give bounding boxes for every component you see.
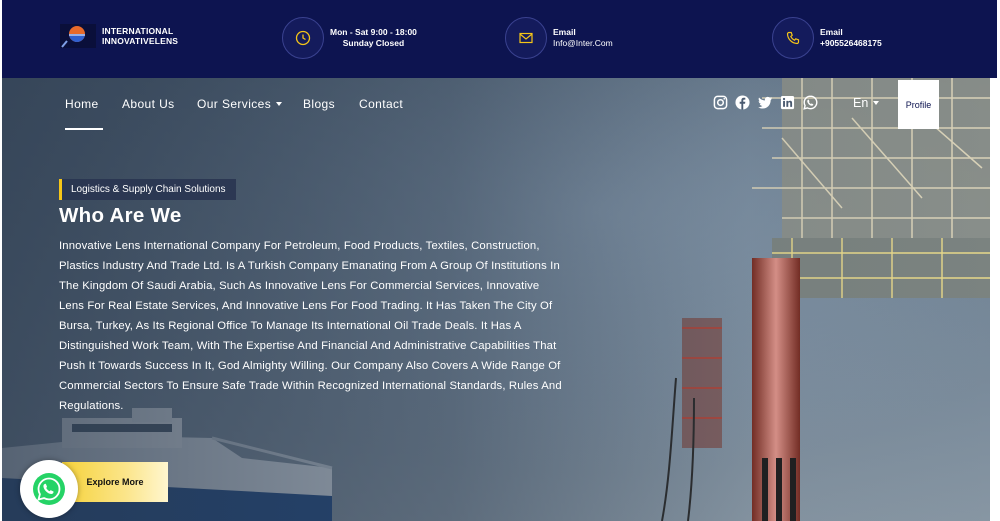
phone-icon [772,17,814,59]
logo-line-1: INTERNATIONAL [102,26,174,36]
hours-line-2: Sunday Closed [342,38,405,48]
hours-line-1: Mon - Sat 9:00 - 18:00 [330,27,417,37]
whatsapp-float-button[interactable] [20,460,78,518]
nav-services[interactable]: Our Services [197,97,283,111]
hero-title: Who Are We [59,204,182,227]
linkedin-icon[interactable] [780,95,795,110]
nav-blogs[interactable]: Blogs [303,97,335,111]
chevron-down-icon [873,101,880,105]
facebook-icon[interactable] [735,95,750,110]
twitter-icon[interactable] [758,95,773,110]
logo-line-2: INNOVATIVELENS [102,36,179,46]
email-contact[interactable]: Email Info@Inter.Com [505,17,613,59]
logo-text: INTERNATIONAL INNOVATIVELENS [102,26,178,46]
nav-services-label: Our Services [197,97,272,111]
hours-text: Mon - Sat 9:00 - 18:00 Sunday Closed [330,27,417,49]
opening-hours: Mon - Sat 9:00 - 18:00 Sunday Closed [282,17,417,59]
phone-text: Email +905526468175 [820,27,882,49]
chevron-down-icon [276,102,283,106]
instagram-icon[interactable] [713,95,728,110]
hero-tag: Logistics & Supply Chain Solutions [59,179,236,200]
email-text: Email Info@Inter.Com [553,27,613,49]
hero-description: Innovative Lens International Company Fo… [59,240,562,413]
email-value[interactable]: Info@Inter.Com [553,38,613,49]
page-edge [990,78,1000,521]
main-navigation: Home About Us Our Services Blogs Contact [2,78,997,130]
explore-more-button[interactable]: Explore More [62,462,168,502]
nav-home[interactable]: Home [65,97,103,130]
nav-contact[interactable]: Contact [359,97,403,111]
language-selector[interactable]: En [853,96,880,110]
top-info-bar: INTERNATIONAL INNOVATIVELENS Mon - Sat 9… [2,0,997,78]
phone-contact[interactable]: Email +905526468175 [772,17,882,59]
mail-icon [505,17,547,59]
brand-logo[interactable]: INTERNATIONAL INNOVATIVELENS [60,22,178,50]
language-label: En [853,96,869,110]
nav-about[interactable]: About Us [122,97,175,111]
hero-section: Home About Us Our Services Blogs Contact [2,78,997,521]
whatsapp-icon [33,473,65,505]
logo-icon [60,22,96,50]
whatsapp-icon[interactable] [803,95,818,110]
phone-label: Email [820,27,843,37]
clock-icon [282,17,324,59]
phone-value[interactable]: +905526468175 [820,38,882,49]
email-label: Email [553,27,576,37]
profile-button[interactable]: Profile [898,80,939,129]
